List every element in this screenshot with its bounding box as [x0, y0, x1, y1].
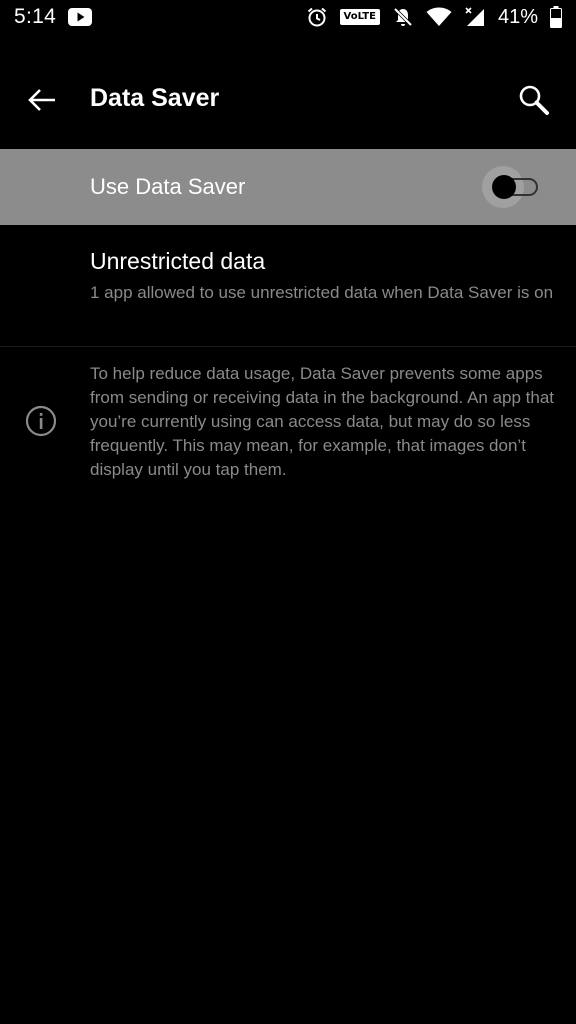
search-icon [519, 85, 549, 115]
volte-badge: VoLTE [339, 9, 380, 25]
notifications-off-icon [392, 6, 414, 28]
app-bar: Data Saver [0, 60, 576, 140]
page-title: Data Saver [90, 84, 220, 112]
battery-percent: 41% [497, 5, 538, 28]
use-data-saver-label: Use Data Saver [90, 174, 246, 199]
use-data-saver-row[interactable]: Use Data Saver [0, 149, 576, 225]
status-bar-right: VoLTE 41% [306, 6, 562, 29]
unrestricted-data-summary: 1 app allowed to use unrestricted data w… [90, 283, 554, 302]
search-button[interactable] [510, 78, 558, 122]
screen: 5:14 VoLTE 41% Data Saver Use Data Saver… [0, 0, 576, 1024]
switch-thumb [492, 175, 516, 199]
arrow-back-icon [28, 89, 55, 111]
unrestricted-data-row[interactable]: Unrestricted data 1 app allowed to use u… [0, 226, 576, 346]
status-time: 5:14 [14, 5, 57, 28]
divider [0, 346, 576, 347]
cell-signal-icon [464, 6, 486, 28]
back-button[interactable] [18, 80, 66, 120]
youtube-icon [68, 8, 93, 26]
status-bar-left: 5:14 [14, 5, 93, 29]
battery-icon [550, 6, 562, 28]
status-bar: 5:14 VoLTE 41% [0, 0, 576, 34]
data-saver-info-text: To help reduce data usage, Data Saver pr… [90, 364, 555, 479]
info-icon [25, 405, 57, 437]
alarm-icon [306, 6, 328, 28]
unrestricted-data-title: Unrestricted data [90, 248, 266, 274]
wifi-icon [426, 7, 452, 27]
data-saver-switch[interactable] [482, 166, 542, 208]
